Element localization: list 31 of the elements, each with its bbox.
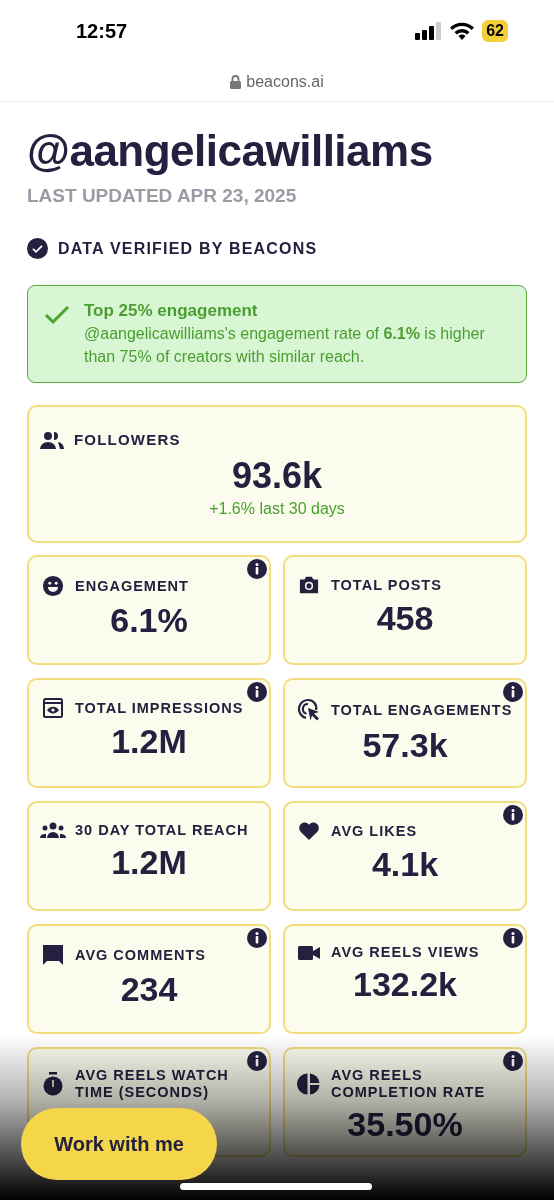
stat-value: 6.1% [110,600,188,641]
card-label: TOTAL IMPRESSIONS [75,699,244,717]
last-updated-text: LAST UPDATED APR 23, 2025 [27,184,298,208]
card-label: TOTAL POSTS [331,576,442,594]
verified-text: DATA VERIFIED BY BEACONS [58,238,318,259]
clock-time: 12:57 [76,19,128,44]
card-label: AVG REELS VIEWS [331,944,480,961]
stat-value: 1.2M [111,842,187,883]
card-label: TOTAL ENGAGEMENTS [331,701,513,719]
stat-value: 4.1k [371,844,439,885]
stat-value: 35.50% [347,1104,463,1145]
stat-value: 132.2k [353,964,457,1005]
url-domain[interactable]: beacons.ai [246,69,324,94]
growth-text: +1.6% last 30 days [209,499,345,519]
card-label: AVG REELS COMPLETION RATE [331,1067,487,1101]
card-label: ENGAGEMENT [75,577,189,595]
banner-text: @aangelicawilliams's engagement rate of 6.1% is higher than 75% of creators with similar reach. [84,323,486,367]
stat-value: 1.2M [111,721,187,762]
banner-title: Top 25% engagement [84,299,259,322]
stat-value: 57.3k [362,725,448,766]
work-with-me-button[interactable]: Work with me [21,1108,217,1180]
card-label: AVG LIKES [331,822,418,840]
card-label: AVG COMMENTS [75,946,206,964]
card-label: FOLLOWERS [74,429,181,450]
stat-value: 93.6k [231,455,323,497]
card-label: AVG REELS WATCH TIME (SECONDS) [75,1067,230,1101]
stat-value: 234 [120,969,178,1010]
profile-handle: @aangelicawilliams [27,125,434,177]
card-label: 30 DAY TOTAL REACH [75,821,249,839]
battery-level: 62 [482,20,508,42]
stat-value: 458 [376,598,434,639]
